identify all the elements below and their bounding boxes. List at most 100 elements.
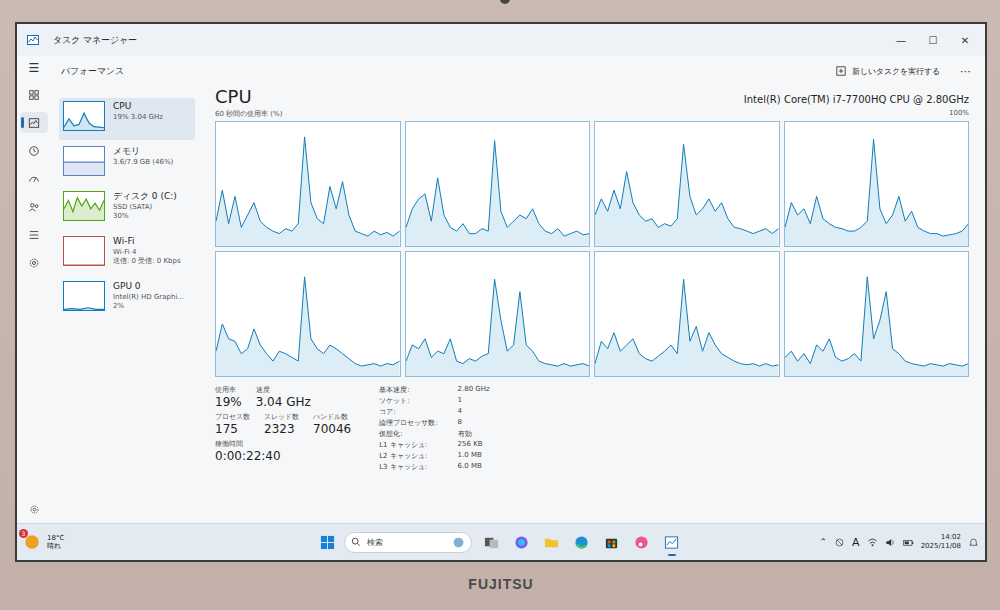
- cpu-title: CPU: [215, 86, 252, 107]
- volume-icon[interactable]: [885, 537, 896, 548]
- weather-widget[interactable]: 3 18°C 晴れ: [23, 533, 320, 551]
- cpu-model: Intel(R) Core(TM) i7-7700HQ CPU @ 2.80GH…: [744, 94, 969, 105]
- device-detail: 30%: [113, 212, 177, 221]
- core-graph-line: [595, 279, 779, 366]
- toolbar: 新しいタスクを実行する ⋯: [836, 65, 971, 78]
- new-task-icon: [836, 66, 846, 76]
- stat-row: プロセス数 175スレッド数 2323ハンドル数 70046: [215, 412, 351, 436]
- taskbar-app[interactable]: [571, 532, 592, 553]
- detail-value: 6.0 MB: [458, 462, 490, 472]
- bottom-bezel: FUJITSU: [15, 562, 987, 610]
- detail-label: L2 キャッシュ:: [379, 451, 437, 461]
- core-graph-area: [216, 277, 400, 376]
- detail-label: 仮想化:: [379, 429, 437, 439]
- more-button[interactable]: ⋯: [960, 65, 971, 78]
- run-task-label: 新しいタスクを実行する: [852, 66, 940, 77]
- core-graph-line: [595, 144, 779, 233]
- stat: スレッド数 2323: [264, 412, 299, 436]
- clock-date: 2025/11/08: [921, 542, 961, 551]
- window-control-button[interactable]: ☐: [921, 35, 945, 46]
- ime-indicator[interactable]: A: [852, 536, 860, 549]
- nav-item[interactable]: [20, 168, 48, 189]
- device-item[interactable]: Wi-Fi Wi-Fi 4送信: 0 受信: 0 Kbps: [59, 233, 195, 275]
- device-name: Wi-Fi: [113, 236, 181, 248]
- stat-label: 使用率: [215, 385, 242, 395]
- search-icon: [351, 537, 361, 547]
- stat-label: 稼働時間: [215, 439, 281, 449]
- detail-label: 論理プロセッサ数:: [379, 418, 437, 428]
- device-detail: 送信: 0 受信: 0 Kbps: [113, 257, 181, 266]
- taskbar-app[interactable]: [541, 532, 562, 553]
- mini-graph-area: [64, 198, 104, 220]
- stat-rows: 使用率 19%速度 3.04 GHzプロセス数 175スレッド数 2323ハンド…: [215, 385, 351, 472]
- device-list: CPU 19% 3.04 GHz メモリ 3.6/7.9 GB (46%) ディ…: [51, 86, 201, 523]
- window-control-button[interactable]: ✕: [953, 35, 977, 46]
- media-player-icon: [634, 535, 649, 550]
- menu-button[interactable]: ☰: [29, 62, 40, 74]
- device-item[interactable]: CPU 19% 3.04 GHz: [59, 98, 195, 140]
- detail-value: 8: [458, 418, 490, 428]
- detail-value: 4: [458, 407, 490, 417]
- nav-item[interactable]: [20, 84, 48, 105]
- nav-item[interactable]: [20, 140, 48, 161]
- task-view-icon: [484, 535, 499, 550]
- weather-text: 18°C 晴れ: [47, 534, 64, 551]
- wifi-icon[interactable]: [867, 537, 878, 548]
- stat-label: 速度: [256, 385, 311, 395]
- taskbar-app[interactable]: [631, 532, 652, 553]
- device-mini-graph: [63, 146, 105, 176]
- mini-graph-line: [64, 308, 104, 310]
- tray-chevron[interactable]: ⌃: [820, 537, 828, 547]
- detail-label: コア:: [379, 407, 437, 417]
- running-indicator: [668, 554, 676, 556]
- taskbar-app[interactable]: [661, 532, 682, 553]
- core-graph-line: [406, 141, 590, 236]
- nav-item[interactable]: [20, 196, 48, 217]
- clock[interactable]: 14:02 2025/11/08: [921, 533, 961, 551]
- core-graph-line: [216, 137, 400, 236]
- graph-label: 60 秒間の使用率 (%): [215, 109, 282, 119]
- stat-label: ハンドル数: [313, 412, 351, 422]
- network-status-icon[interactable]: [834, 537, 845, 548]
- brand-logo: FUJITSU: [468, 576, 533, 592]
- nav-item[interactable]: [20, 112, 48, 133]
- mini-graph-line: [64, 162, 104, 163]
- detail-label: L1 キャッシュ:: [379, 440, 437, 450]
- laptop-bezel: タスク マネージャー — ☐ ✕ ☰ パフォーマンス 新しいタスクを実行する ⋯ C…: [0, 0, 1000, 610]
- device-name: ディスク 0 (C:): [113, 191, 177, 203]
- device-item[interactable]: GPU 0 Intel(R) HD Graphi...2%: [59, 278, 195, 320]
- device-item[interactable]: メモリ 3.6/7.9 GB (46%): [59, 143, 195, 185]
- nav-item[interactable]: [20, 252, 48, 273]
- core-graph: [405, 251, 591, 377]
- device-name: GPU 0: [113, 281, 184, 293]
- device-detail: Intel(R) HD Graphi...: [113, 293, 184, 302]
- run-task-button[interactable]: 新しいタスクを実行する: [836, 66, 940, 77]
- window-body: ☰ パフォーマンス 新しいタスクを実行する ⋯ CPU 19% 3.04 GHz…: [17, 56, 985, 523]
- settings-gear-icon[interactable]: [29, 504, 40, 515]
- taskbar-app[interactable]: [481, 532, 502, 553]
- title-bar: タスク マネージャー — ☐ ✕: [17, 24, 985, 56]
- stat-value: 175: [215, 422, 250, 436]
- screen: タスク マネージャー — ☐ ✕ ☰ パフォーマンス 新しいタスクを実行する ⋯ C…: [15, 22, 987, 562]
- detail-value: 256 KB: [458, 440, 490, 450]
- battery-icon[interactable]: [903, 537, 914, 548]
- device-item[interactable]: ディスク 0 (C:) SSD (SATA)30%: [59, 188, 195, 230]
- window-control-button[interactable]: —: [889, 35, 913, 46]
- core-graph-line: [216, 277, 400, 366]
- stat-value: 3.04 GHz: [256, 395, 311, 409]
- notification-bell-icon[interactable]: [968, 537, 979, 548]
- window-title: タスク マネージャー: [53, 34, 137, 47]
- task-manager-icon: [27, 34, 39, 46]
- detail-value: 2.80 GHz: [458, 385, 490, 395]
- core-graph-area: [595, 144, 779, 246]
- nav-item[interactable]: [20, 224, 48, 245]
- taskbar-app[interactable]: [511, 532, 532, 553]
- mini-graph-line: [64, 198, 104, 212]
- windows-start-icon[interactable]: [320, 535, 335, 550]
- stat-label: プロセス数: [215, 412, 250, 422]
- page-title: パフォーマンス: [61, 65, 124, 78]
- search-placeholder: 検索: [367, 537, 446, 548]
- detail-label: L3 キャッシュ:: [379, 462, 437, 472]
- taskbar-app[interactable]: [601, 532, 622, 553]
- search-box[interactable]: 検索: [344, 532, 472, 553]
